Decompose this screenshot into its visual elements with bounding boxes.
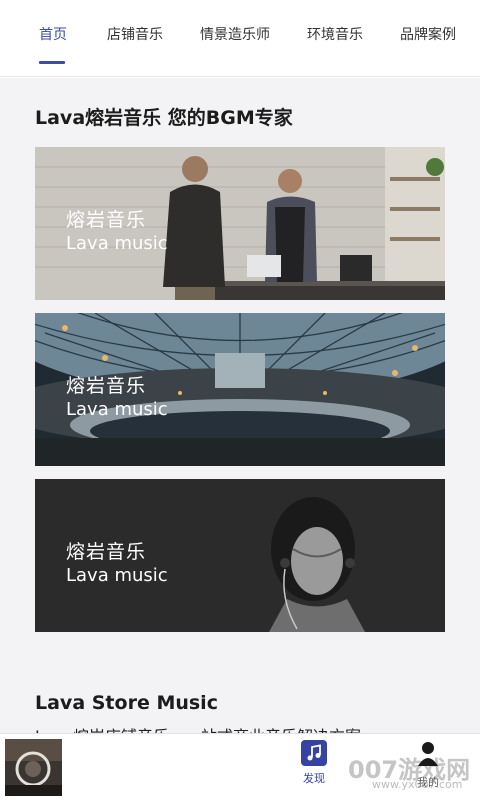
mini-player-cover[interactable] (5, 739, 62, 796)
page-title: Lava熔岩音乐 您的BGM专家 (35, 107, 293, 129)
store-section-description: Lava熔岩店铺音乐，一站式商业音乐解决方案 (35, 723, 361, 733)
banner-card-dome[interactable]: 熔岩音乐 Lava music (35, 313, 445, 466)
nav-mine[interactable]: 我的 (410, 740, 446, 790)
active-tab-indicator (39, 61, 65, 64)
top-tab-bar: 首页 店铺音乐 情景造乐师 环境音乐 品牌案例 (0, 0, 480, 77)
banner-title-cn: 熔岩音乐 (66, 375, 147, 397)
banner-title-en: Lava music (66, 565, 168, 586)
banner-card-cafe[interactable]: 熔岩音乐 Lava music (35, 147, 445, 300)
tab-home[interactable]: 首页 (39, 24, 67, 44)
banner-card-headphones[interactable]: 熔岩音乐 Lava music (35, 479, 445, 632)
main-content[interactable]: Lava熔岩音乐 您的BGM专家 熔岩音乐 Lava music 熔岩音乐 La… (0, 78, 480, 733)
user-icon (418, 742, 438, 766)
banner-title-cn: 熔岩音乐 (66, 541, 147, 563)
album-cover (5, 739, 62, 796)
store-section-title: Lava Store Music (35, 692, 218, 714)
tab-ambient-music[interactable]: 环境音乐 (307, 24, 363, 44)
tab-brand-cases[interactable]: 品牌案例 (400, 24, 456, 44)
banner-title-en: Lava music (66, 233, 168, 254)
nav-mine-label: 我的 (417, 776, 439, 789)
nav-discover[interactable]: 发现 (296, 740, 332, 786)
tab-scene-music-maker[interactable]: 情景造乐师 (200, 24, 270, 44)
music-note-icon (301, 740, 327, 766)
banner-title-en: Lava music (66, 399, 168, 420)
nav-discover-label: 发现 (303, 772, 325, 785)
tab-store-music[interactable]: 店铺音乐 (107, 24, 163, 44)
bottom-navigation-bar: 发现 007游戏网 我的 www.yx007.com (0, 733, 480, 800)
banner-title-cn: 熔岩音乐 (66, 209, 147, 231)
